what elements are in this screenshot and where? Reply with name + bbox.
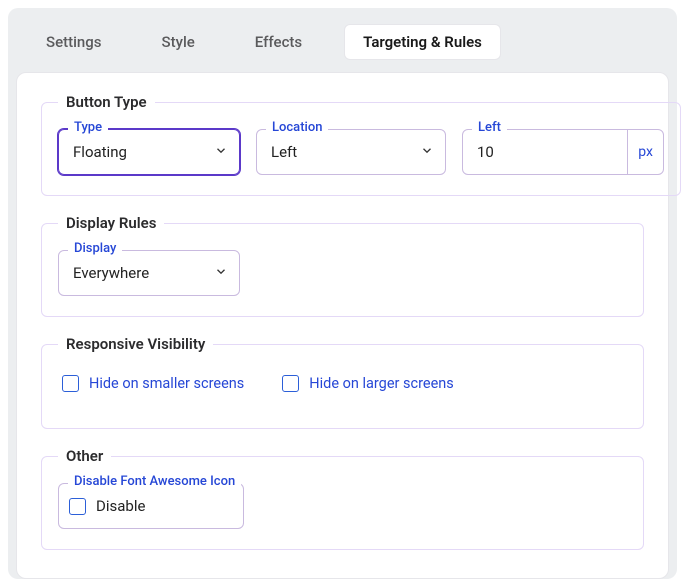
label-location: Location	[266, 120, 328, 135]
label-type: Type	[68, 120, 108, 135]
field-location: Location Left	[256, 129, 446, 175]
legend-responsive: Responsive Visibility	[58, 335, 213, 353]
field-disable-fa: Disable Font Awesome Icon Disable	[58, 483, 244, 529]
legend-button-type: Button Type	[58, 93, 155, 111]
checkbox-icon	[282, 375, 299, 392]
tab-content: Button Type Type Floating	[16, 72, 669, 579]
responsive-checks: Hide on smaller screens Hide on larger s…	[58, 371, 627, 408]
unit-left: px	[627, 130, 663, 174]
field-display: Display Everywhere	[58, 250, 240, 296]
field-left: Left px	[462, 129, 664, 175]
label-display: Display	[68, 241, 122, 256]
checkbox-icon	[69, 498, 86, 515]
button-type-row: Type Floating Location Left	[58, 129, 664, 175]
label-hide-smaller: Hide on smaller screens	[89, 375, 244, 392]
other-row: Disable Font Awesome Icon Disable	[58, 483, 627, 529]
tab-style[interactable]: Style	[144, 25, 213, 59]
label-hide-larger: Hide on larger screens	[309, 375, 453, 392]
field-type: Type Floating	[58, 129, 240, 175]
group-button-type: Button Type Type Floating	[41, 93, 681, 196]
check-hide-larger[interactable]: Hide on larger screens	[282, 375, 453, 392]
select-location[interactable]: Left	[257, 130, 445, 174]
check-hide-smaller[interactable]: Hide on smaller screens	[62, 375, 244, 392]
legend-display-rules: Display Rules	[58, 214, 164, 232]
display-rules-row: Display Everywhere	[58, 250, 627, 296]
check-disable-fa[interactable]: Disable	[59, 497, 145, 515]
group-responsive-visibility: Responsive Visibility Hide on smaller sc…	[41, 335, 644, 429]
settings-panel: Settings Style Effects Targeting & Rules…	[8, 8, 677, 579]
group-other: Other Disable Font Awesome Icon Disable	[41, 447, 644, 550]
select-type[interactable]: Floating	[59, 130, 239, 174]
label-left: Left	[472, 120, 507, 135]
group-display-rules: Display Rules Display Everywhere	[41, 214, 644, 317]
tab-effects[interactable]: Effects	[237, 25, 320, 59]
tab-bar: Settings Style Effects Targeting & Rules	[16, 16, 669, 72]
tab-targeting-rules[interactable]: Targeting & Rules	[344, 24, 501, 60]
input-left[interactable]	[463, 130, 627, 174]
checkbox-icon	[62, 375, 79, 392]
tab-settings[interactable]: Settings	[28, 25, 120, 59]
select-display[interactable]: Everywhere	[59, 251, 239, 295]
legend-other: Other	[58, 447, 111, 465]
label-disable-fa: Disable Font Awesome Icon	[68, 474, 241, 489]
label-disable: Disable	[96, 497, 145, 515]
